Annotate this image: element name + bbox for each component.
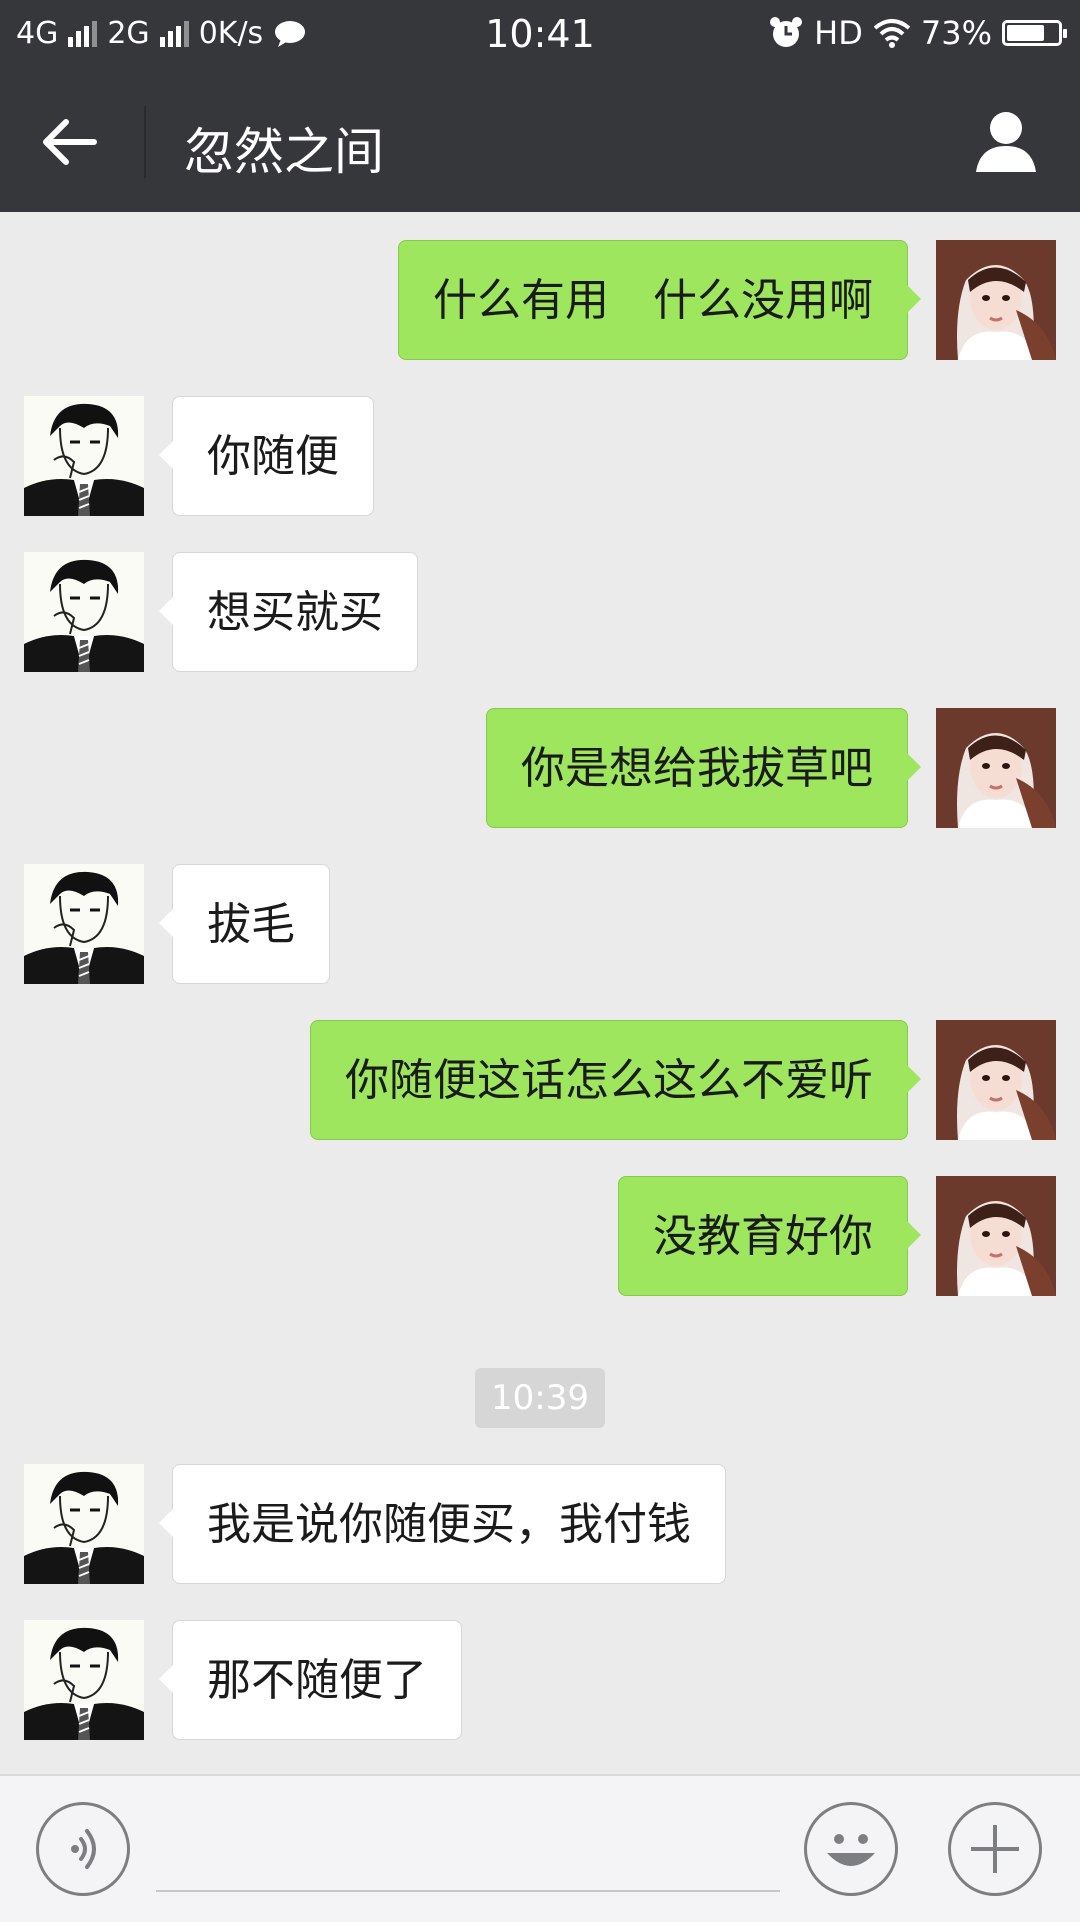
message-bubble[interactable]: 我是说你随便买，我付钱 <box>159 1464 726 1584</box>
status-right: HD 73% <box>768 14 1067 52</box>
plus-icon <box>971 1825 1019 1873</box>
avatar[interactable] <box>24 1464 144 1584</box>
avatar[interactable] <box>936 1176 1056 1296</box>
message-bubble[interactable]: 那不随便了 <box>159 1620 462 1740</box>
avatar[interactable] <box>24 552 144 672</box>
message-bubble[interactable]: 没教育好你 <box>618 1176 921 1296</box>
back-button[interactable] <box>30 102 110 182</box>
avatar[interactable] <box>24 1620 144 1740</box>
battery-fill <box>1007 25 1044 41</box>
message-bubble[interactable]: 你随便 <box>159 396 374 516</box>
chat-area[interactable]: 什么有用 什么没用啊 你随便 想买就买 你是想给我拔草吧 拔毛 你随便这话怎么这… <box>0 212 1080 1774</box>
voice-button[interactable] <box>36 1802 130 1896</box>
title-divider <box>144 106 146 178</box>
message-input[interactable] <box>156 1806 780 1892</box>
alarm-icon <box>770 17 803 47</box>
avatar[interactable] <box>936 708 1056 828</box>
person-icon <box>976 112 1036 172</box>
status-bar: 4G 2G 0K/s 10:41 HD 73% <box>0 0 1080 72</box>
message-bubble[interactable]: 你随便这话怎么这么不爱听 <box>310 1020 921 1140</box>
message-bubble[interactable]: 什么有用 什么没用啊 <box>398 240 921 360</box>
message-row: 没教育好你 <box>0 1176 1080 1296</box>
profile-button[interactable] <box>970 106 1042 178</box>
input-bar <box>0 1774 1080 1922</box>
title-bar: 忽然之间 <box>0 72 1080 212</box>
avatar[interactable] <box>24 864 144 984</box>
avatar[interactable] <box>24 396 144 516</box>
message-row: 你随便 <box>0 396 1080 516</box>
message-bubble[interactable]: 你是想给我拔草吧 <box>486 708 921 828</box>
message-row: 你是想给我拔草吧 <box>0 708 1080 828</box>
voice-icon <box>71 1829 96 1869</box>
message-timestamp: 10:39 <box>475 1368 605 1428</box>
message-row: 拔毛 <box>0 864 1080 984</box>
wifi-icon <box>873 19 911 48</box>
message-row: 我是说你随便买，我付钱 <box>0 1464 1080 1584</box>
message-bubble[interactable]: 拔毛 <box>159 864 330 984</box>
emoji-icon <box>827 1834 875 1866</box>
battery-icon <box>1002 20 1067 46</box>
battery-percent: 73% <box>920 14 992 52</box>
hd-label: HD <box>814 14 863 52</box>
chat-title: 忽然之间 <box>184 123 384 181</box>
plus-button[interactable] <box>948 1802 1042 1896</box>
avatar[interactable] <box>936 240 1056 360</box>
message-bubble[interactable]: 想买就买 <box>159 552 418 672</box>
message-row: 想买就买 <box>0 552 1080 672</box>
avatar[interactable] <box>936 1020 1056 1140</box>
message-row: 你随便这话怎么这么不爱听 <box>0 1020 1080 1140</box>
message-row: 什么有用 什么没用啊 <box>0 240 1080 360</box>
back-arrow-icon <box>43 119 97 165</box>
message-row: 那不随便了 <box>0 1620 1080 1740</box>
emoji-button[interactable] <box>804 1802 898 1896</box>
